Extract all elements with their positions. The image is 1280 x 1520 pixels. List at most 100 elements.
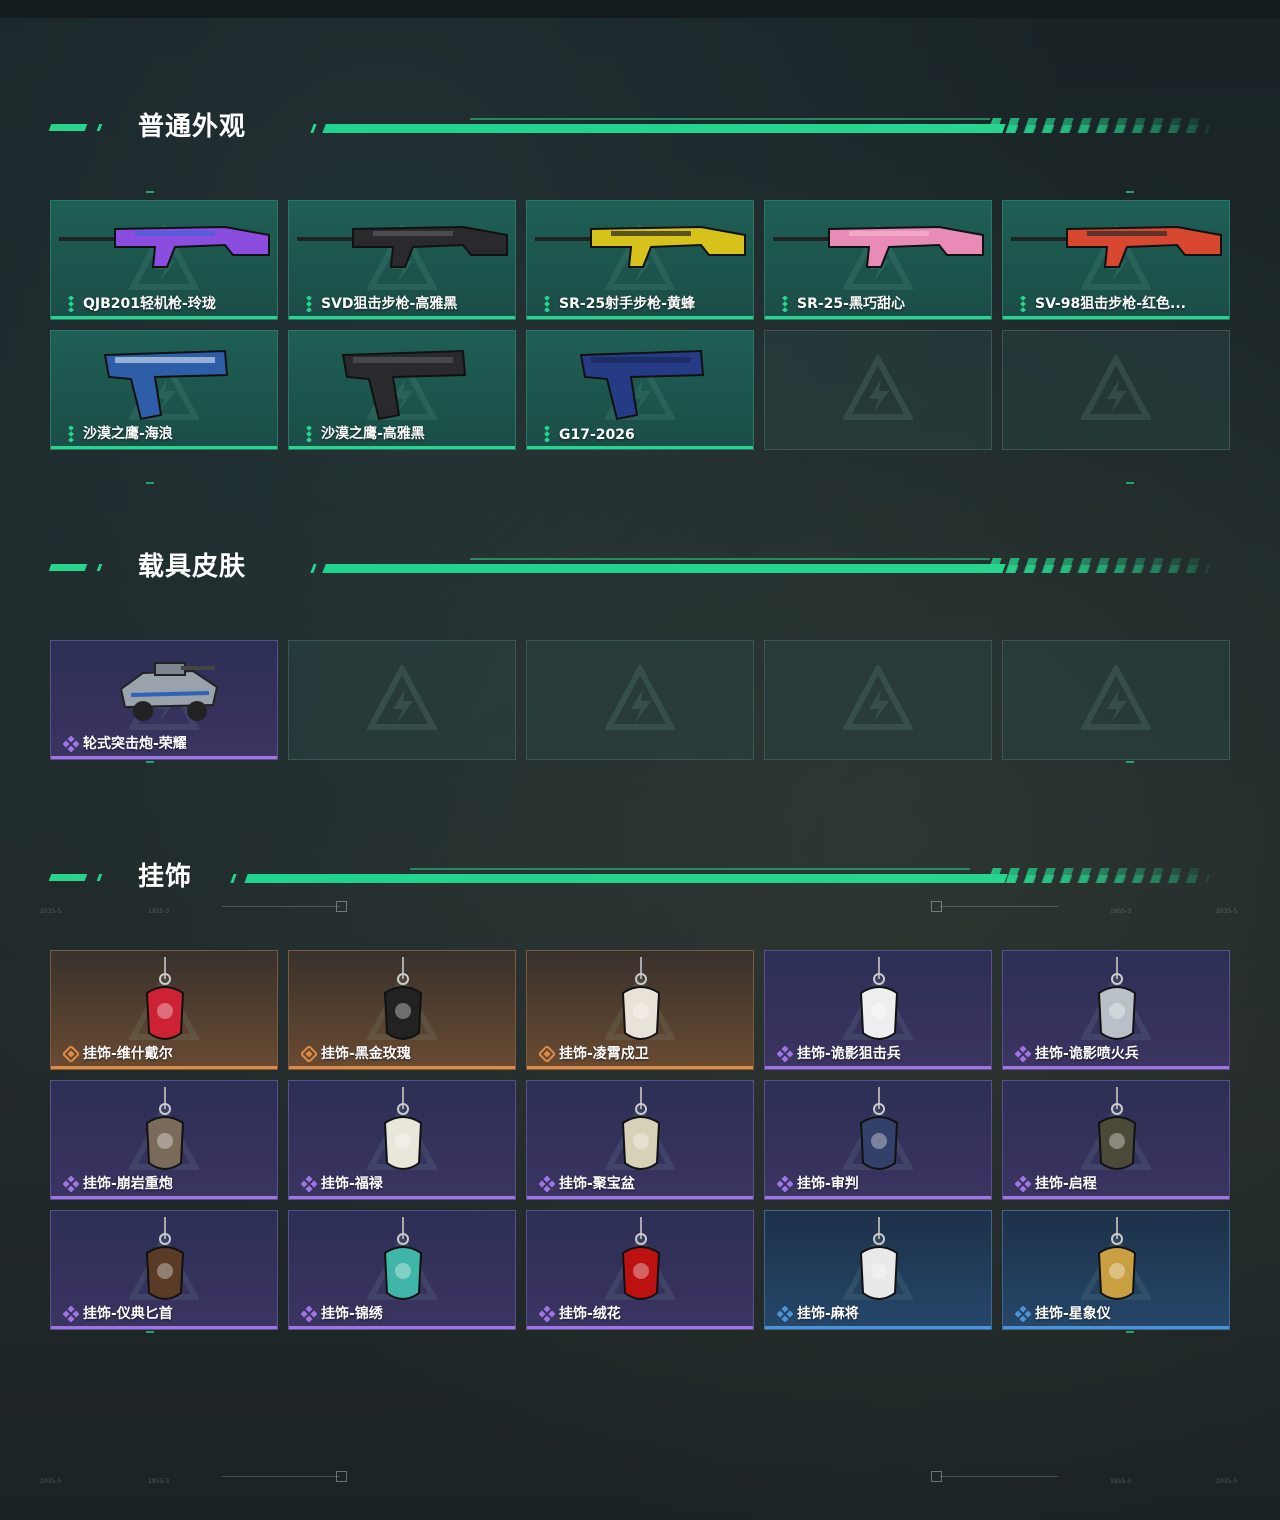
item-label: SVD狙击步枪-高雅黑 <box>321 296 458 312</box>
marksman-rifle-icon <box>769 215 989 279</box>
item-card[interactable]: 沙漠之鹰-高雅黑 <box>288 330 516 450</box>
header-accent <box>48 874 88 881</box>
item-card[interactable]: QJB201轻机枪-玲珑 <box>50 200 278 320</box>
item-label: 挂饰-星象仪 <box>1035 1306 1111 1322</box>
rarity-icon <box>538 1305 556 1323</box>
item-label: 挂饰-麻将 <box>797 1306 859 1322</box>
rarity-bar <box>527 1196 753 1199</box>
rarity-icon <box>1014 1175 1032 1193</box>
deco-line <box>940 906 1058 907</box>
item-label: 挂饰-黑金玫瑰 <box>321 1046 411 1062</box>
logo-watermark-icon <box>841 352 915 425</box>
item-label: G17-2026 <box>559 427 635 443</box>
rarity-icon <box>299 1044 319 1064</box>
logo-watermark-icon <box>365 662 439 735</box>
item-card[interactable]: SVD狙击步枪-高雅黑 <box>288 200 516 320</box>
charm-icon <box>373 1213 433 1317</box>
item-card[interactable]: 挂饰-仪典匕首 <box>50 1210 278 1330</box>
item-card[interactable]: 挂饰-星象仪 <box>1002 1210 1230 1330</box>
deco-tick <box>1126 1331 1134 1333</box>
header-accent <box>310 124 317 133</box>
item-label: 挂饰-诡影狙击兵 <box>797 1046 901 1062</box>
deco-line <box>940 1476 1058 1477</box>
item-card[interactable]: 挂饰-崩岩重炮 <box>50 1080 278 1200</box>
item-card[interactable]: 轮式突击炮-荣耀 <box>50 640 278 760</box>
section-title: 载具皮肤 <box>138 552 247 582</box>
item-card[interactable]: 挂饰-审判 <box>764 1080 992 1200</box>
item-card[interactable]: 挂饰-聚宝盆 <box>526 1080 754 1200</box>
rarity-icon <box>1014 1305 1032 1323</box>
charm-icon <box>1087 1213 1147 1317</box>
rarity-bar <box>289 446 515 449</box>
deco-code: 1955-3 <box>1110 908 1132 915</box>
header-accent <box>96 564 103 571</box>
empty-slot <box>288 640 516 760</box>
item-card[interactable]: 挂饰-黑金玫瑰 <box>288 950 516 1070</box>
rarity-bar <box>51 1196 277 1199</box>
rarity-bar <box>51 446 277 449</box>
deco-tick <box>146 482 154 484</box>
item-card[interactable]: G17-2026 <box>526 330 754 450</box>
item-card[interactable]: SR-25射手步枪-黄蜂 <box>526 200 754 320</box>
rarity-bar <box>289 1196 515 1199</box>
item-card[interactable]: 挂饰-诡影喷火兵 <box>1002 950 1230 1070</box>
section-header-charms: 挂饰 <box>48 862 1211 892</box>
item-card[interactable]: 挂饰-锦绣 <box>288 1210 516 1330</box>
item-label: 挂饰-崩岩重炮 <box>83 1176 173 1192</box>
item-label: 轮式突击炮-荣耀 <box>83 736 187 752</box>
rarity-bar <box>1003 1196 1229 1199</box>
item-card[interactable]: 挂饰-凌霄戍卫 <box>526 950 754 1070</box>
top-strip <box>0 0 1280 18</box>
item-card[interactable]: 沙漠之鹰-海浪 <box>50 330 278 450</box>
rarity-bar <box>765 316 991 319</box>
item-card[interactable]: 挂饰-维什戴尔 <box>50 950 278 1070</box>
rarity-bar <box>289 316 515 319</box>
item-card[interactable]: SR-25-黑巧甜心 <box>764 200 992 320</box>
charm-icon <box>1087 1083 1147 1187</box>
item-card[interactable]: SV-98狙击步枪-红色... <box>1002 200 1230 320</box>
rarity-icon <box>777 295 793 313</box>
deco-tick <box>1126 761 1134 763</box>
header-accent <box>48 564 88 571</box>
charm-icon <box>373 1083 433 1187</box>
item-card[interactable]: 挂饰-启程 <box>1002 1080 1230 1200</box>
item-label: 挂饰-维什戴尔 <box>83 1046 173 1062</box>
rarity-icon <box>301 295 317 313</box>
charm-icon <box>611 1083 671 1187</box>
rarity-icon <box>1015 295 1031 313</box>
rarity-icon <box>539 425 555 443</box>
header-thin-line <box>470 558 990 560</box>
section-header-appearance: 普通外观 <box>48 112 1211 142</box>
item-card[interactable]: 挂饰-麻将 <box>764 1210 992 1330</box>
item-label: 挂饰-凌霄戍卫 <box>559 1046 649 1062</box>
header-thin-line <box>410 868 970 870</box>
page: 2035-5 1955-3 1955-3 2035-5 2035-5 1955-… <box>0 0 1280 1520</box>
charm-icon <box>135 1083 195 1187</box>
item-label: 挂饰-绒花 <box>559 1306 621 1322</box>
rarity-icon <box>63 295 79 313</box>
rarity-bar <box>765 1196 991 1199</box>
item-label: 沙漠之鹰-高雅黑 <box>321 426 425 442</box>
deco-tick <box>146 1331 154 1333</box>
rarity-icon <box>538 1175 556 1193</box>
item-label: 挂饰-启程 <box>1035 1176 1097 1192</box>
deco-code: 1955-3 <box>148 908 170 915</box>
rarity-bar <box>527 1326 753 1329</box>
logo-watermark-icon <box>1079 662 1153 735</box>
item-card[interactable]: 挂饰-绒花 <box>526 1210 754 1330</box>
deco-tick <box>146 761 154 763</box>
item-label: 挂饰-聚宝盆 <box>559 1176 635 1192</box>
section-header-vehicle: 载具皮肤 <box>48 552 1211 582</box>
item-card[interactable]: 挂饰-福禄 <box>288 1080 516 1200</box>
header-bar <box>244 874 1008 883</box>
rarity-icon <box>62 1175 80 1193</box>
rarity-icon <box>539 295 555 313</box>
rarity-bar <box>1003 1326 1229 1329</box>
rarity-bar <box>51 316 277 319</box>
deco-tick <box>1126 191 1134 193</box>
pistol-icon <box>333 337 473 431</box>
deco-code: 1955-3 <box>1110 1478 1132 1485</box>
deco-code: 2035-5 <box>1216 1478 1238 1485</box>
item-label: 挂饰-诡影喷火兵 <box>1035 1046 1139 1062</box>
item-card[interactable]: 挂饰-诡影狙击兵 <box>764 950 992 1070</box>
